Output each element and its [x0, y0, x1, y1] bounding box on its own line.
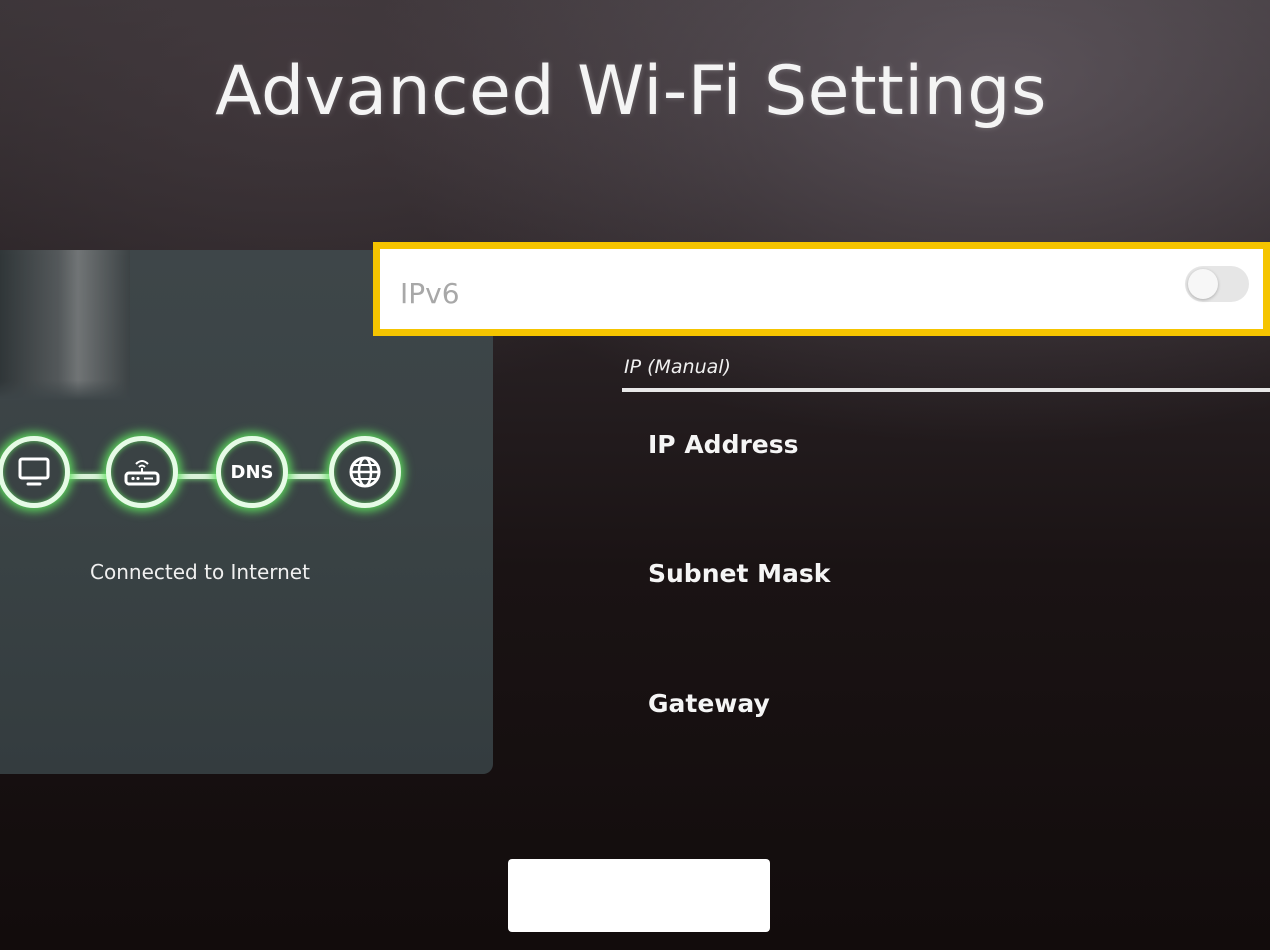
- ip-address-field[interactable]: IP Address: [648, 430, 799, 467]
- connection-status: Connected to Internet: [90, 560, 310, 584]
- ip-mode-divider: [622, 388, 1270, 392]
- gateway-field[interactable]: Gateway: [648, 689, 770, 726]
- router-icon: [124, 460, 160, 486]
- dns-label: DNS: [230, 461, 274, 483]
- ip-mode-label[interactable]: IP (Manual): [624, 356, 731, 378]
- internet-node: [329, 436, 401, 508]
- ipv6-setting-row[interactable]: IPv6: [373, 242, 1270, 336]
- preview-image: [0, 250, 130, 400]
- page-title: Advanced Wi-Fi Settings: [215, 52, 1047, 131]
- tv-icon: [18, 457, 50, 486]
- subnet-mask-field[interactable]: Subnet Mask: [648, 559, 830, 596]
- toggle-knob: [1188, 269, 1218, 299]
- gateway-label: Gateway: [648, 689, 770, 718]
- dns-node: DNS: [216, 436, 288, 508]
- ipv6-label: IPv6: [400, 277, 460, 310]
- ip-address-label: IP Address: [648, 430, 799, 459]
- ipv6-toggle[interactable]: [1185, 266, 1249, 302]
- router-node: [106, 436, 178, 508]
- network-chain: DNS: [0, 436, 420, 516]
- confirm-button[interactable]: [508, 859, 770, 932]
- subnet-mask-label: Subnet Mask: [648, 559, 831, 588]
- tv-node: [0, 436, 70, 508]
- globe-icon: [349, 456, 381, 488]
